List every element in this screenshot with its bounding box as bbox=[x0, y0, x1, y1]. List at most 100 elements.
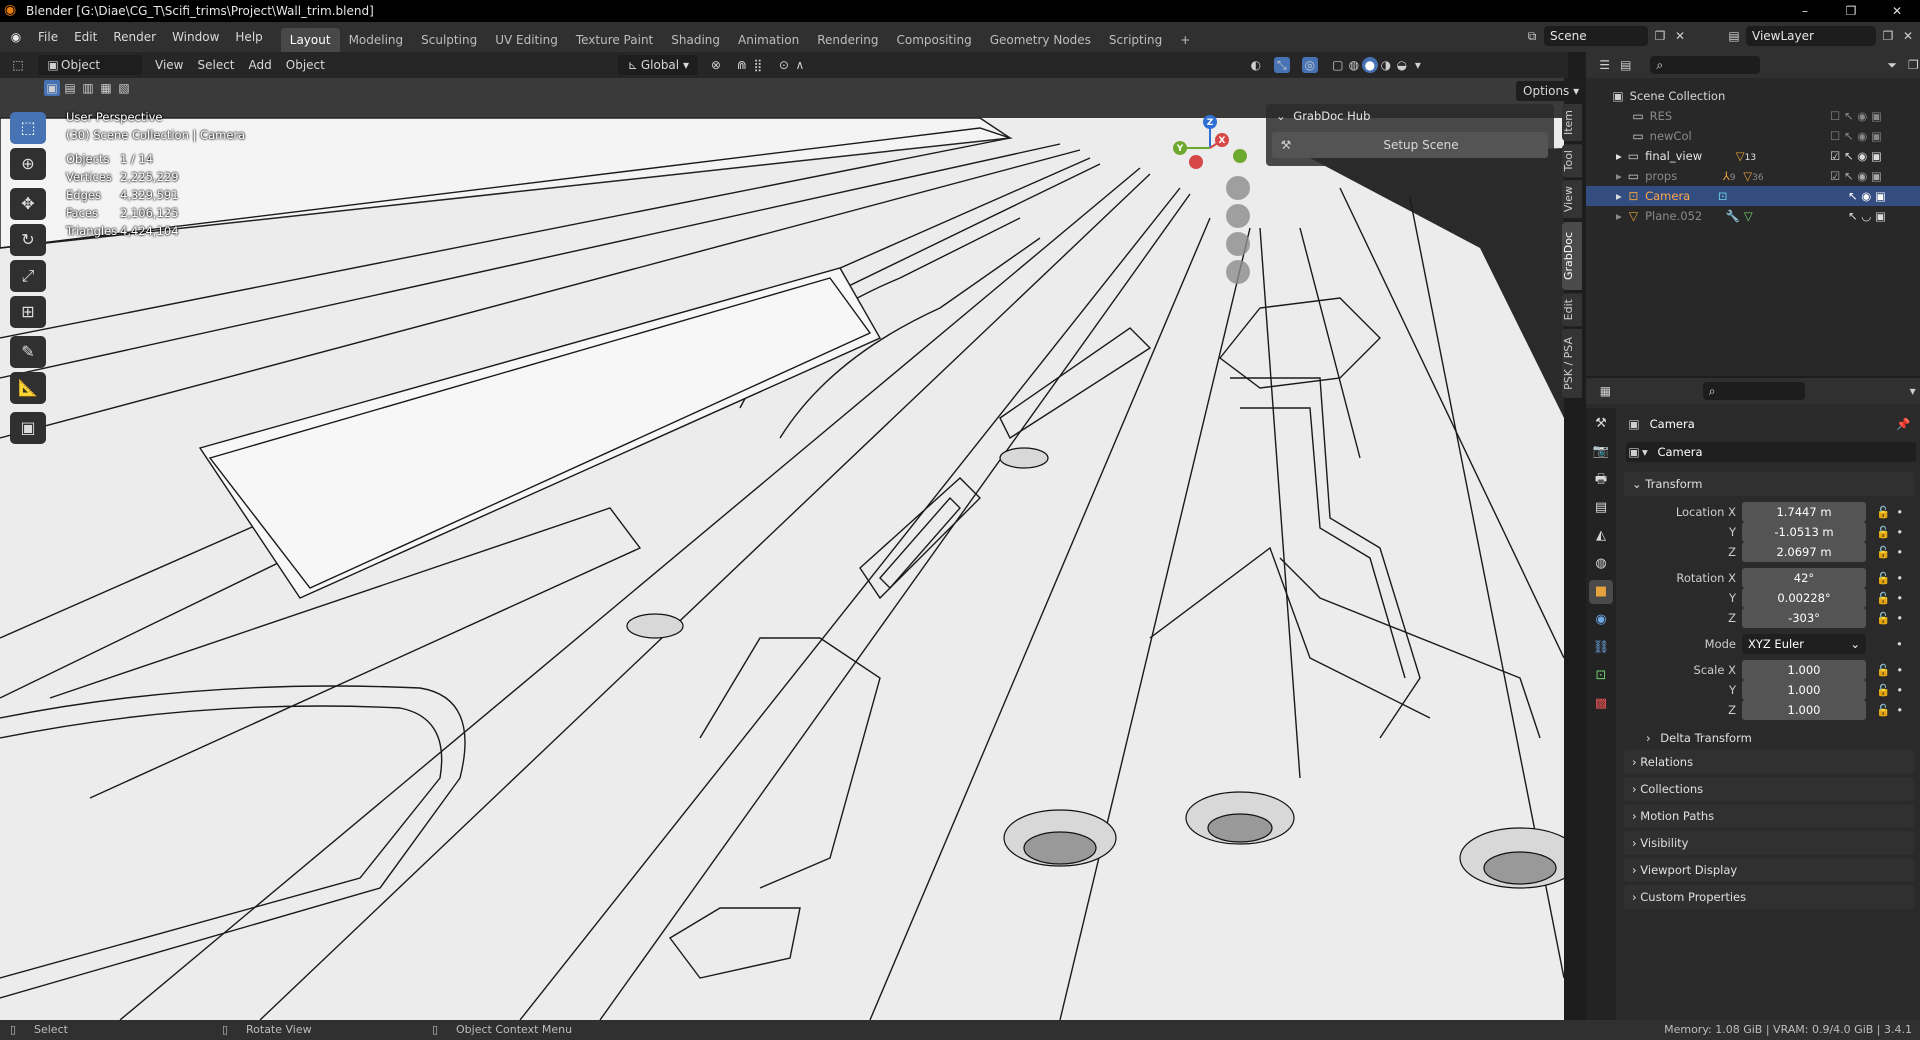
expand-arrow-icon[interactable]: ▸ bbox=[1616, 169, 1622, 183]
transform-panel-header[interactable]: ⌄ Transform bbox=[1624, 472, 1914, 496]
lock-icon[interactable]: 🔓 bbox=[1876, 568, 1890, 588]
pin-icon[interactable]: 📌 bbox=[1896, 414, 1910, 434]
overlay-toggle-icon[interactable]: ◎ bbox=[1301, 57, 1318, 73]
display-mode-icon[interactable]: ▤ bbox=[1619, 57, 1632, 73]
keyframe-dot-icon[interactable]: • bbox=[1896, 542, 1903, 562]
keyframe-dot-icon[interactable]: • bbox=[1896, 568, 1903, 588]
falloff-icon[interactable]: ∧ bbox=[792, 57, 808, 73]
scene-tab-icon[interactable]: ◭ bbox=[1589, 524, 1613, 548]
scene-name-field[interactable]: Scene bbox=[1544, 26, 1648, 46]
measure-tool-icon[interactable]: 📐 bbox=[10, 372, 46, 404]
workspace-tab-sculpting[interactable]: Sculpting bbox=[412, 28, 486, 52]
keyframe-dot-icon[interactable]: • bbox=[1896, 502, 1903, 522]
tab-edit[interactable]: Edit bbox=[1562, 292, 1582, 326]
shading-material-icon[interactable]: ◑ bbox=[1378, 57, 1394, 73]
select-subtract-icon[interactable]: ▥ bbox=[80, 80, 96, 96]
lock-icon[interactable]: 🔓 bbox=[1876, 700, 1890, 720]
cursor-tool-icon[interactable]: ⊕ bbox=[10, 148, 46, 180]
proportional-edit-icon[interactable]: ⊙ bbox=[776, 57, 792, 73]
tab-psk-psa[interactable]: PSK / PSA bbox=[1562, 328, 1582, 398]
shading-solid-icon[interactable]: ● bbox=[1361, 57, 1378, 73]
menu-help[interactable]: Help bbox=[227, 26, 270, 48]
properties-search-input[interactable]: ⌕ bbox=[1702, 382, 1806, 400]
scale-y-field[interactable]: 1.000 bbox=[1742, 680, 1866, 700]
keyframe-dot-icon[interactable]: • bbox=[1896, 700, 1903, 720]
relations-panel-header[interactable]: › Relations bbox=[1624, 750, 1914, 774]
workspace-tab-scripting[interactable]: Scripting bbox=[1100, 28, 1171, 52]
row-toggles[interactable]: ☐ ↖ ◉ ▣ bbox=[1830, 106, 1882, 126]
row-toggles[interactable]: ☑ ↖ ◉ ▣ bbox=[1830, 166, 1882, 186]
workspace-tab-geometry-nodes[interactable]: Geometry Nodes bbox=[981, 28, 1100, 52]
tab-tool[interactable]: Tool bbox=[1562, 144, 1582, 178]
xray-toggle-icon[interactable]: ▢ bbox=[1330, 57, 1346, 73]
grabdoc-panel-header[interactable]: ⌄ GrabDoc Hub bbox=[1266, 104, 1554, 128]
pivot-point-icon[interactable]: ⊗ bbox=[708, 57, 724, 73]
expand-arrow-icon[interactable]: ▸ bbox=[1616, 149, 1622, 163]
scale-x-field[interactable]: 1.000 bbox=[1742, 660, 1866, 680]
add-workspace-button[interactable]: + bbox=[1171, 28, 1199, 52]
editor-type-icon[interactable]: ⬚ bbox=[10, 57, 26, 73]
gizmo-toggle-icon[interactable]: ⤡ bbox=[1273, 57, 1290, 73]
shading-rendered-icon[interactable]: ◒ bbox=[1394, 57, 1410, 73]
row-toggles[interactable]: ☐ ↖ ◉ ▣ bbox=[1830, 126, 1882, 146]
snap-icon[interactable]: ⋒ bbox=[734, 57, 750, 73]
delete-view-layer-icon[interactable]: ✕ bbox=[1900, 28, 1916, 44]
texture-tab-icon[interactable]: ▩ bbox=[1589, 692, 1613, 716]
object-datablock-field[interactable]: ▣ ▾ Camera bbox=[1626, 442, 1916, 462]
lock-icon[interactable]: 🔓 bbox=[1876, 680, 1890, 700]
visibility-panel-header[interactable]: › Visibility bbox=[1624, 831, 1914, 855]
maximize-button[interactable]: ❐ bbox=[1828, 0, 1874, 22]
workspace-tab-rendering[interactable]: Rendering bbox=[808, 28, 887, 52]
outliner-editor-type-icon[interactable]: ☰ bbox=[1598, 57, 1611, 73]
rotate-tool-icon[interactable]: ↻ bbox=[10, 224, 46, 256]
menu-select[interactable]: Select bbox=[190, 55, 241, 75]
lock-icon[interactable]: 🔓 bbox=[1876, 502, 1890, 522]
keyframe-dot-icon[interactable]: • bbox=[1896, 608, 1903, 628]
viewport-display-panel-header[interactable]: › Viewport Display bbox=[1624, 858, 1914, 882]
expand-arrow-icon[interactable]: ▸ bbox=[1616, 209, 1622, 223]
scale-z-field[interactable]: 1.000 bbox=[1742, 700, 1866, 720]
select-invert-icon[interactable]: ▦ bbox=[98, 80, 114, 96]
collections-panel-header[interactable]: › Collections bbox=[1624, 777, 1914, 801]
rotation-x-field[interactable]: 42° bbox=[1742, 568, 1866, 588]
outliner-row[interactable]: ▭ RES ☐ ↖ ◉ ▣ bbox=[1586, 106, 1920, 126]
tab-view[interactable]: View bbox=[1562, 180, 1582, 219]
pan-view-icon[interactable] bbox=[1226, 204, 1250, 228]
motion-paths-panel-header[interactable]: › Motion Paths bbox=[1624, 804, 1914, 828]
menu-file[interactable]: File bbox=[30, 26, 66, 48]
scale-tool-icon[interactable]: ⤢ bbox=[10, 260, 46, 292]
rotation-y-field[interactable]: 0.00228° bbox=[1742, 588, 1866, 608]
view-layer-name-field[interactable]: ViewLayer bbox=[1746, 26, 1876, 46]
blender-menu-icon[interactable]: ◉ bbox=[8, 29, 24, 45]
outliner-search-input[interactable]: ⌕ bbox=[1650, 56, 1760, 74]
new-scene-icon[interactable]: ❐ bbox=[1652, 28, 1668, 44]
constraints-tab-icon[interactable]: ⛓ bbox=[1589, 636, 1613, 660]
select-new-icon[interactable]: ▣ bbox=[44, 80, 60, 96]
visibility-filter-icon[interactable]: ◐ bbox=[1248, 57, 1264, 73]
delta-transform-subpanel[interactable]: › Delta Transform bbox=[1646, 728, 1752, 748]
transform-orientation-select[interactable]: ⊾ Global ▾ bbox=[617, 55, 698, 75]
snap-target-icon[interactable]: ⣿ bbox=[750, 57, 766, 73]
workspace-tab-compositing[interactable]: Compositing bbox=[887, 28, 980, 52]
menu-view[interactable]: View bbox=[148, 55, 190, 75]
lock-icon[interactable]: 🔓 bbox=[1876, 542, 1890, 562]
menu-object[interactable]: Object bbox=[279, 55, 332, 75]
select-box-tool-icon[interactable]: ⬚ bbox=[10, 112, 46, 144]
keyframe-dot-icon[interactable]: • bbox=[1896, 660, 1903, 680]
move-tool-icon[interactable]: ✥ bbox=[10, 188, 46, 220]
workspace-tab-texture-paint[interactable]: Texture Paint bbox=[567, 28, 662, 52]
lock-icon[interactable]: 🔓 bbox=[1876, 588, 1890, 608]
lock-icon[interactable]: 🔓 bbox=[1876, 660, 1890, 680]
outliner-row[interactable]: ▸ ▭ props ⅄9 ▽36 ☑ ↖ ◉ ▣ bbox=[1586, 166, 1920, 186]
zoom-view-icon[interactable] bbox=[1226, 176, 1250, 200]
object-tab-icon[interactable]: ■ bbox=[1589, 580, 1613, 604]
rotation-mode-select[interactable]: XYZ Euler ⌄ bbox=[1742, 634, 1866, 654]
minimize-button[interactable]: – bbox=[1782, 0, 1828, 22]
shading-wireframe-icon[interactable]: ◍ bbox=[1346, 57, 1362, 73]
keyframe-dot-icon[interactable]: • bbox=[1896, 634, 1903, 654]
select-extend-icon[interactable]: ▤ bbox=[62, 80, 78, 96]
physics-tab-icon[interactable]: ◉ bbox=[1589, 608, 1613, 632]
menu-render[interactable]: Render bbox=[105, 26, 164, 48]
keyframe-dot-icon[interactable]: • bbox=[1896, 680, 1903, 700]
add-cube-tool-icon[interactable]: ▣ bbox=[10, 412, 46, 444]
